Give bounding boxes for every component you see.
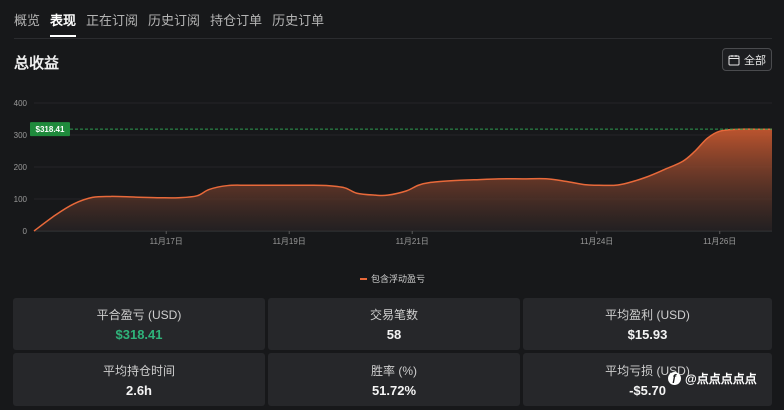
stat-value: 2.6h <box>125 382 152 398</box>
stat-label: 平合盈亏 (USD) <box>96 308 182 322</box>
stat-value: -$5.70 <box>629 382 666 398</box>
stat-label: 平均持仓时间 <box>102 363 175 378</box>
y-tick-label: 0 <box>23 227 28 236</box>
stat-card-closed-pnl: 平合盈亏 (USD) $318.41 <box>13 298 265 350</box>
watermark: ƒ @点点点点点 <box>668 370 757 387</box>
tab-performance[interactable]: 表现 <box>50 10 77 37</box>
tab-order-history[interactable]: 历史订单 <box>272 10 324 37</box>
tab-overview[interactable]: 概览 <box>14 10 40 37</box>
stat-value: 51.72% <box>371 382 417 398</box>
watermark-text: @点点点点点 <box>685 372 757 386</box>
tab-open-orders[interactable]: 持仓订单 <box>210 10 262 37</box>
x-tick-label: 11月17日 <box>150 237 183 246</box>
legend-swatch <box>360 277 367 280</box>
calendar-icon <box>728 54 740 65</box>
x-tick-label: 11月26日 <box>703 237 736 246</box>
logo-icon: ƒ <box>668 372 681 385</box>
y-tick-label: 300 <box>14 131 28 140</box>
stat-card-avg-hold-time: 平均持仓时间 2.6h <box>13 353 265 406</box>
tab-bar: 概览 表现 正在订阅 历史订阅 持仓订单 历史订单 <box>14 10 334 37</box>
x-tick-label: 11月21日 <box>396 237 429 246</box>
tab-active-subscriptions[interactable]: 正在订阅 <box>86 10 138 37</box>
stat-card-win-rate: 胜率 (%) 51.72% <box>268 353 520 406</box>
x-tick-label: 11月19日 <box>273 237 306 246</box>
profit-chart: 0 100 200 300 400 11月17日 11月19日 11月21日 11月24日 11… <box>14 99 772 246</box>
tab-subscription-history[interactable]: 历史订阅 <box>148 10 200 37</box>
y-tick-label: 400 <box>14 99 28 108</box>
section-title: 总收益 <box>14 55 60 72</box>
y-tick-label: 100 <box>14 195 28 204</box>
y-tick-label: 200 <box>14 163 28 172</box>
legend-label: 包含浮动盈亏 <box>371 274 426 284</box>
date-filter-label: 全部 <box>744 54 766 67</box>
stat-label: 胜率 (%) <box>371 363 417 378</box>
stat-value: $318.41 <box>115 327 163 342</box>
stats-grid: 平合盈亏 (USD) $318.41 交易笔数 58 平均盈利 (USD) $1… <box>13 298 772 406</box>
x-tick-label: 11月24日 <box>580 237 613 246</box>
stat-card-avg-profit: 平均盈利 (USD) $15.93 <box>523 298 772 350</box>
date-filter-button[interactable]: 全部 <box>722 48 772 71</box>
stat-label: 平均盈利 (USD) <box>605 308 690 322</box>
value-annotation-label: $318.41 <box>36 125 65 134</box>
stat-value: $15.93 <box>627 327 668 342</box>
stat-value: 58 <box>386 327 402 342</box>
stat-card-trade-count: 交易笔数 58 <box>268 298 520 350</box>
profit-area <box>34 129 772 231</box>
stat-label: 交易笔数 <box>369 308 418 322</box>
tab-divider <box>14 38 772 39</box>
chart-legend: 包含浮动盈亏 <box>360 272 425 285</box>
